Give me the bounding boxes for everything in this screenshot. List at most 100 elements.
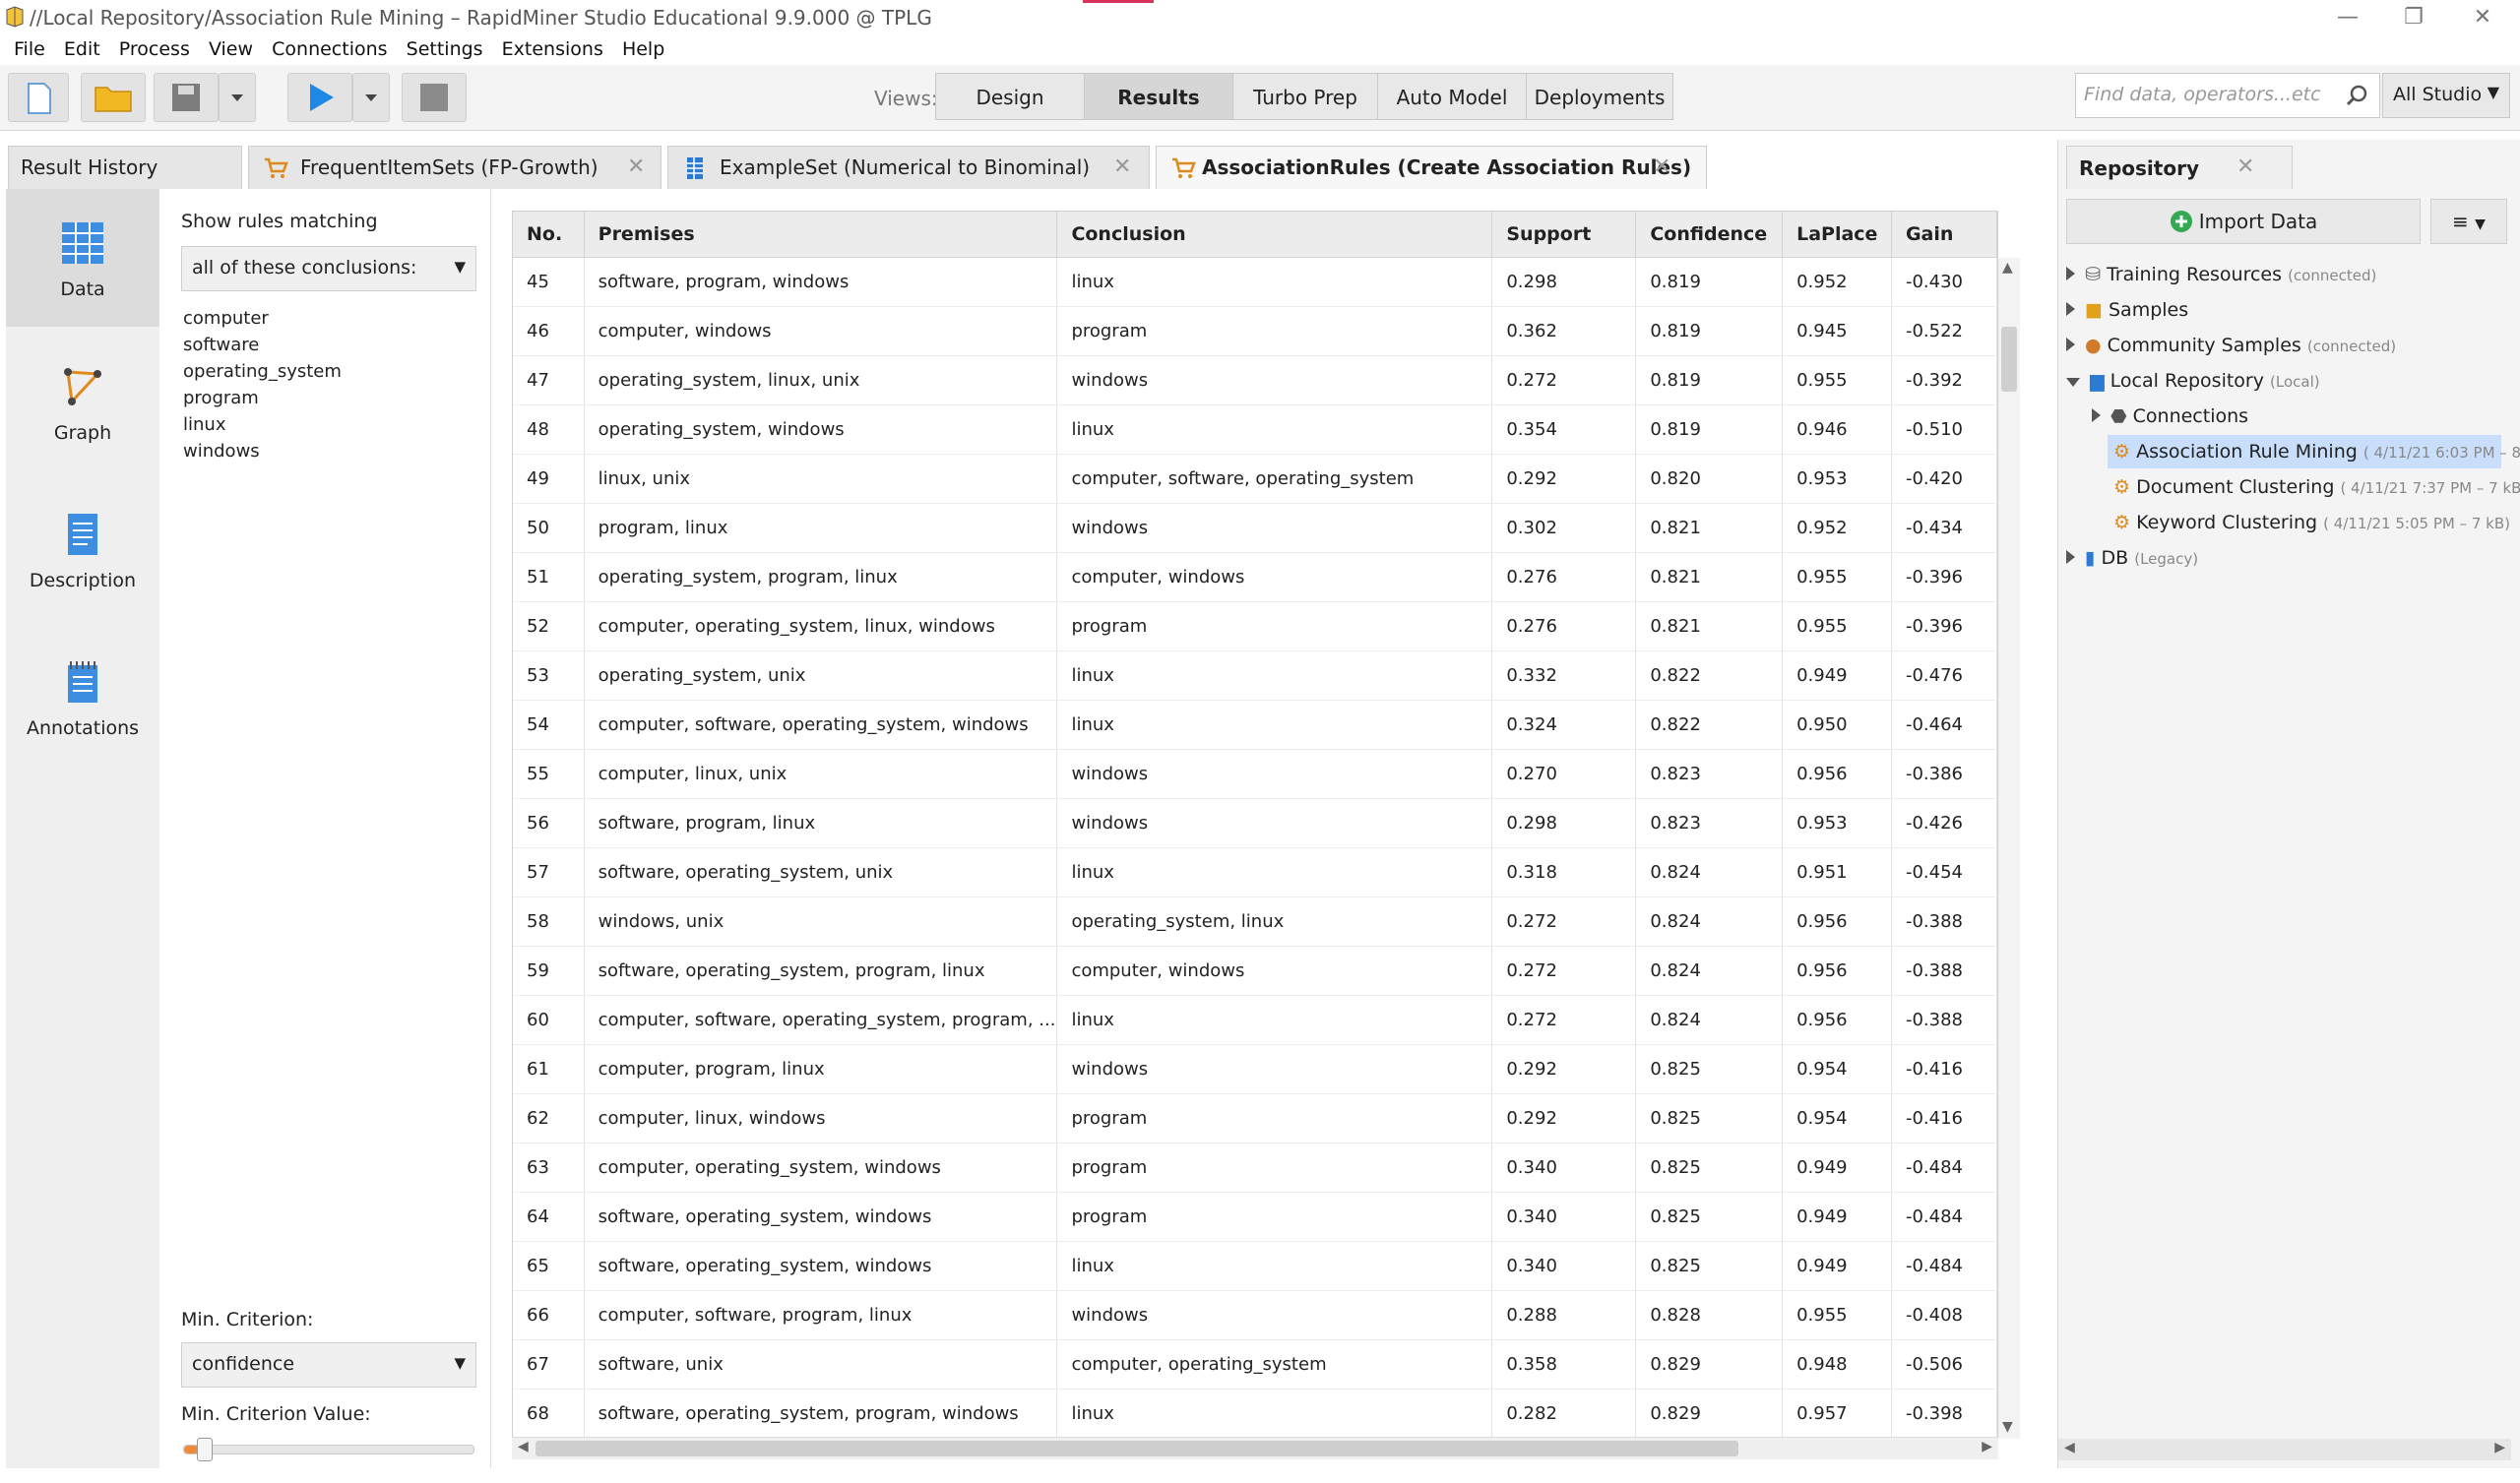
tab-example-set[interactable]: ExampleSet (Numerical to Binominal) ✕: [667, 146, 1150, 189]
view-auto-model-button[interactable]: Auto Model: [1377, 73, 1527, 120]
repository-menu-button[interactable]: ≡ ▼: [2430, 199, 2507, 244]
table-row[interactable]: 66 computer, software, program, linux wind…: [513, 1290, 1997, 1340]
minimize-button[interactable]: —: [2318, 2, 2377, 33]
close-icon[interactable]: ✕: [2236, 154, 2254, 179]
scroll-right-icon[interactable]: ▶: [2494, 1440, 2505, 1455]
table-row[interactable]: 53 operating_system, unix linux 0.332 0.822 0…: [513, 650, 1997, 701]
scroll-down-icon[interactable]: ▼: [2002, 1419, 2013, 1435]
search-icon[interactable]: [2345, 83, 2370, 108]
tab-frequent-itemsets[interactable]: FrequentItemSets (FP-Growth) ✕: [248, 146, 662, 189]
stop-process-button[interactable]: [402, 73, 467, 122]
table-row[interactable]: 61 computer, program, linux windows 0.292 0.…: [513, 1044, 1997, 1094]
close-window-button[interactable]: ✕: [2453, 2, 2512, 33]
table-row[interactable]: 45 software, program, windows linux 0.298 0.…: [513, 257, 1997, 307]
table-row[interactable]: 59 software, operating_system, program, l…: [513, 946, 1997, 996]
scroll-left-icon[interactable]: ◀: [2064, 1440, 2075, 1455]
conclusion-item[interactable]: operating_system: [183, 358, 342, 385]
table-horizontal-scrollbar[interactable]: ◀ ▶: [512, 1437, 1998, 1459]
save-process-button[interactable]: [154, 73, 219, 122]
conclusion-item[interactable]: program: [183, 385, 342, 411]
table-row[interactable]: 48 operating_system, windows linux 0.354 0.8…: [513, 404, 1997, 455]
table-row[interactable]: 55 computer, linux, unix windows 0.270 0.823…: [513, 749, 1997, 799]
import-data-button[interactable]: Import Data: [2066, 199, 2421, 244]
table-row[interactable]: 51 operating_system, program, linux comput…: [513, 552, 1997, 602]
nav-annotations[interactable]: Annotations: [6, 632, 159, 770]
slider-thumb[interactable]: [196, 1438, 213, 1461]
table-row[interactable]: 63 computer, operating_system, windows pro…: [513, 1143, 1997, 1193]
menu-view[interactable]: View: [209, 38, 253, 60]
column-header-conclusion[interactable]: Conclusion: [1056, 212, 1493, 258]
table-vertical-scrollbar[interactable]: ▲ ▼: [1998, 258, 2020, 1439]
tree-item-keyword-clustering[interactable]: ⚙ Keyword Clustering ( 4/11/21 5:05 PM –…: [2108, 506, 2510, 539]
min-criterion-dropdown[interactable]: confidence ▼: [181, 1342, 476, 1388]
tree-item-document-clustering[interactable]: ⚙ Document Clustering ( 4/11/21 7:37 PM …: [2108, 470, 2520, 504]
expand-icon[interactable]: [2092, 408, 2101, 422]
scrollbar-thumb[interactable]: [2001, 327, 2017, 392]
table-row[interactable]: 50 program, linux windows 0.302 0.821 0.952 -0…: [513, 503, 1997, 553]
table-row[interactable]: 58 windows, unix operating_system, linux 0.…: [513, 896, 1997, 947]
view-results-button[interactable]: Results: [1084, 73, 1233, 120]
match-mode-dropdown[interactable]: all of these conclusions: ▼: [181, 246, 476, 291]
tab-association-rules[interactable]: AssociationRules (Create Association Rul…: [1156, 146, 1707, 189]
view-turbo-prep-button[interactable]: Turbo Prep: [1232, 73, 1378, 120]
conclusion-item[interactable]: computer: [183, 305, 342, 332]
menu-edit[interactable]: Edit: [64, 38, 100, 60]
global-search-input[interactable]: Find data, operators...etc: [2075, 73, 2380, 118]
nav-description[interactable]: Description: [6, 484, 159, 622]
expand-icon[interactable]: [2066, 338, 2075, 351]
table-row[interactable]: 54 computer, software, operating_system, …: [513, 700, 1997, 750]
maximize-button[interactable]: ❐: [2384, 2, 2443, 33]
tab-result-history[interactable]: Result History: [8, 146, 242, 189]
save-options-button[interactable]: [219, 73, 256, 122]
menu-connections[interactable]: Connections: [272, 38, 387, 60]
close-icon[interactable]: ✕: [1653, 147, 1670, 188]
column-header-confidence[interactable]: Confidence: [1635, 212, 1784, 258]
tree-item-association-rule-mining[interactable]: ⚙ Association Rule Mining ( 4/11/21 6:03…: [2108, 435, 2520, 468]
tree-item-local-repository[interactable]: ▆ Local Repository (Local): [2066, 364, 2320, 398]
close-icon[interactable]: ✕: [627, 147, 645, 188]
table-row[interactable]: 60 computer, software, operating_system, …: [513, 995, 1997, 1045]
table-row[interactable]: 64 software, operating_system, windows pro…: [513, 1192, 1997, 1242]
tab-repository[interactable]: Repository ✕: [2066, 146, 2293, 189]
column-header-laplace[interactable]: LaPlace: [1782, 212, 1892, 258]
column-header-gain[interactable]: Gain: [1891, 212, 1997, 258]
menu-process[interactable]: Process: [119, 38, 190, 60]
column-header-support[interactable]: Support: [1491, 212, 1637, 258]
nav-graph[interactable]: Graph: [6, 337, 159, 474]
scroll-left-icon[interactable]: ◀: [518, 1439, 529, 1454]
scroll-right-icon[interactable]: ▶: [1982, 1439, 1992, 1454]
table-row[interactable]: 46 computer, windows program 0.362 0.819 0.94…: [513, 306, 1997, 356]
min-value-slider[interactable]: [183, 1438, 474, 1461]
table-row[interactable]: 52 computer, operating_system, linux, win…: [513, 601, 1997, 651]
scroll-up-icon[interactable]: ▲: [2002, 260, 2013, 276]
tree-item-connections[interactable]: ⬣ Connections: [2092, 400, 2248, 433]
menu-file[interactable]: File: [14, 38, 45, 60]
tree-item-samples[interactable]: ■ Samples: [2066, 293, 2188, 327]
nav-data[interactable]: Data: [6, 189, 159, 327]
menu-help[interactable]: Help: [622, 38, 664, 60]
table-row[interactable]: 47 operating_system, linux, unix windows 0.…: [513, 355, 1997, 405]
run-options-button[interactable]: [352, 73, 390, 122]
scrollbar-thumb[interactable]: [536, 1441, 1738, 1456]
column-header-no[interactable]: No.: [513, 212, 585, 258]
table-row[interactable]: 57 software, operating_system, unix linux 0…: [513, 847, 1997, 897]
table-row[interactable]: 62 computer, linux, windows program 0.292 0.…: [513, 1093, 1997, 1143]
tree-item-training-resources[interactable]: ⛁ Training Resources (connected): [2066, 258, 2376, 291]
table-row[interactable]: 67 software, unix computer, operating_syst…: [513, 1339, 1997, 1390]
conclusion-item[interactable]: windows: [183, 438, 342, 464]
run-process-button[interactable]: [287, 73, 352, 122]
table-row[interactable]: 68 software, operating_system, program, w…: [513, 1389, 1997, 1439]
table-row[interactable]: 65 software, operating_system, windows lin…: [513, 1241, 1997, 1291]
repository-horizontal-scrollbar[interactable]: ◀ ▶: [2058, 1439, 2511, 1460]
menu-extensions[interactable]: Extensions: [502, 38, 603, 60]
expand-icon[interactable]: [2066, 550, 2075, 564]
tree-item-db[interactable]: ▮ DB (Legacy): [2066, 541, 2198, 575]
menu-settings[interactable]: Settings: [407, 38, 483, 60]
search-scope-dropdown[interactable]: All Studio ▼: [2382, 73, 2510, 118]
new-process-button[interactable]: [8, 73, 69, 122]
close-icon[interactable]: ✕: [1113, 147, 1131, 188]
table-row[interactable]: 49 linux, unix computer, software, operati…: [513, 454, 1997, 504]
view-deployments-button[interactable]: Deployments: [1526, 73, 1673, 120]
collapse-icon[interactable]: [2066, 378, 2080, 387]
expand-icon[interactable]: [2066, 267, 2075, 280]
